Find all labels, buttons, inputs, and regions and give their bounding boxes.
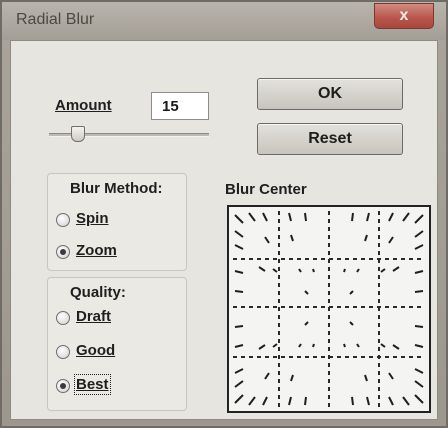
close-button[interactable]: x (374, 3, 434, 29)
radio-good-label: Good (76, 342, 116, 359)
radial-blur-dialog: Radial Blur x Amount OK Reset Blur Metho… (0, 0, 448, 428)
radio-spin-label: Spin (76, 210, 109, 227)
blur-center-preview[interactable] (227, 205, 431, 413)
reset-button[interactable]: Reset (257, 123, 403, 155)
radio-button-icon[interactable] (56, 311, 70, 325)
amount-label: Amount (55, 97, 112, 114)
zoom-pattern-icon (233, 211, 425, 407)
radio-button-icon[interactable] (56, 245, 70, 259)
quality-title: Quality: (70, 284, 126, 301)
title-bar[interactable]: Radial Blur x (2, 2, 446, 40)
radio-button-icon[interactable] (56, 345, 70, 359)
radio-button-icon[interactable] (56, 379, 70, 393)
window-title: Radial Blur (16, 11, 95, 28)
radio-draft-label: Draft (76, 308, 112, 325)
close-icon: x (399, 7, 409, 24)
ok-button[interactable]: OK (257, 78, 403, 110)
amount-slider-thumb[interactable] (71, 126, 85, 142)
amount-input[interactable] (151, 92, 209, 120)
blur-method-title: Blur Method: (70, 180, 163, 197)
quality-group: Quality: Draft Good Best (47, 277, 187, 411)
amount-slider[interactable] (49, 126, 209, 142)
blur-center-label: Blur Center (225, 181, 307, 198)
radio-best-label: Best (74, 374, 111, 395)
blur-method-group: Blur Method: Spin Zoom (47, 173, 187, 271)
dialog-body: Amount OK Reset Blur Method: Spin Zoom Q… (10, 40, 438, 420)
radio-button-icon[interactable] (56, 213, 70, 227)
radio-zoom-label: Zoom (76, 242, 117, 259)
